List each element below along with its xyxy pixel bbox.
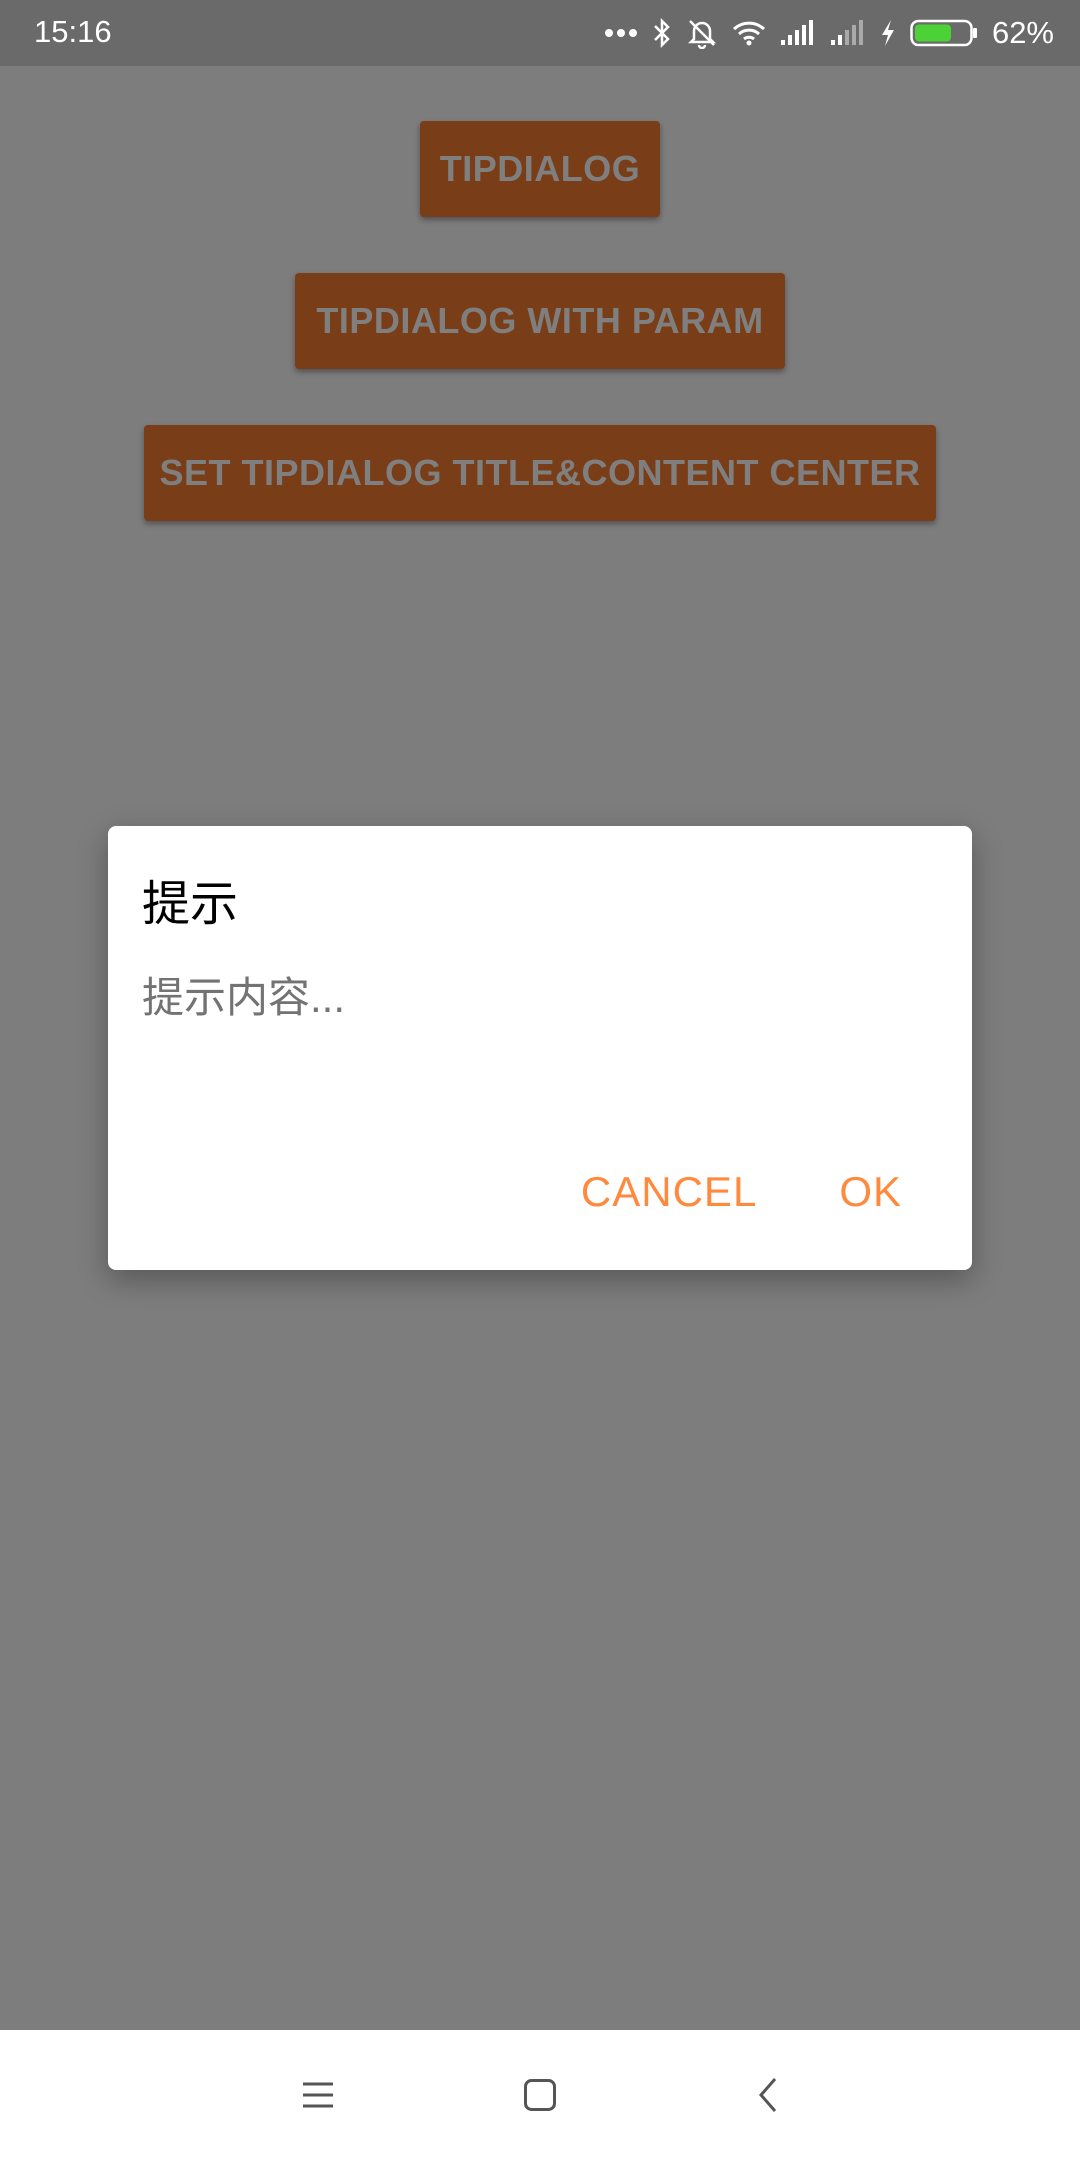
bluetooth-icon [652,18,672,48]
status-time: 15:16 [34,14,112,49]
more-dots-icon [604,27,638,39]
tip-dialog: 提示 提示内容... CANCEL OK [108,826,972,1270]
status-icons: 62% [604,8,1054,58]
signal-weak-icon [830,20,866,46]
screen: TIPDIALOG TIPDIALOG WITH PARAM SET TIPDI… [0,0,1080,2160]
navigation-bar [0,2030,1080,2160]
cancel-button[interactable]: CANCEL [581,1168,757,1216]
dialog-actions: CANCEL OK [581,1168,902,1216]
ok-button[interactable]: OK [839,1168,902,1216]
home-icon[interactable] [512,2067,568,2123]
dialog-message: 提示内容... [142,974,346,1021]
battery-icon [910,19,978,47]
menu-icon[interactable] [290,2067,346,2123]
mute-bell-icon [686,17,718,49]
signal-icon [780,20,816,46]
status-bar: 15:16 62% [0,0,1080,66]
dialog-title: 提示 [142,878,239,931]
wifi-icon [732,20,766,46]
back-icon[interactable] [740,2067,796,2123]
battery-percent: 62% [991,15,1054,50]
charging-bolt-icon [880,19,896,47]
